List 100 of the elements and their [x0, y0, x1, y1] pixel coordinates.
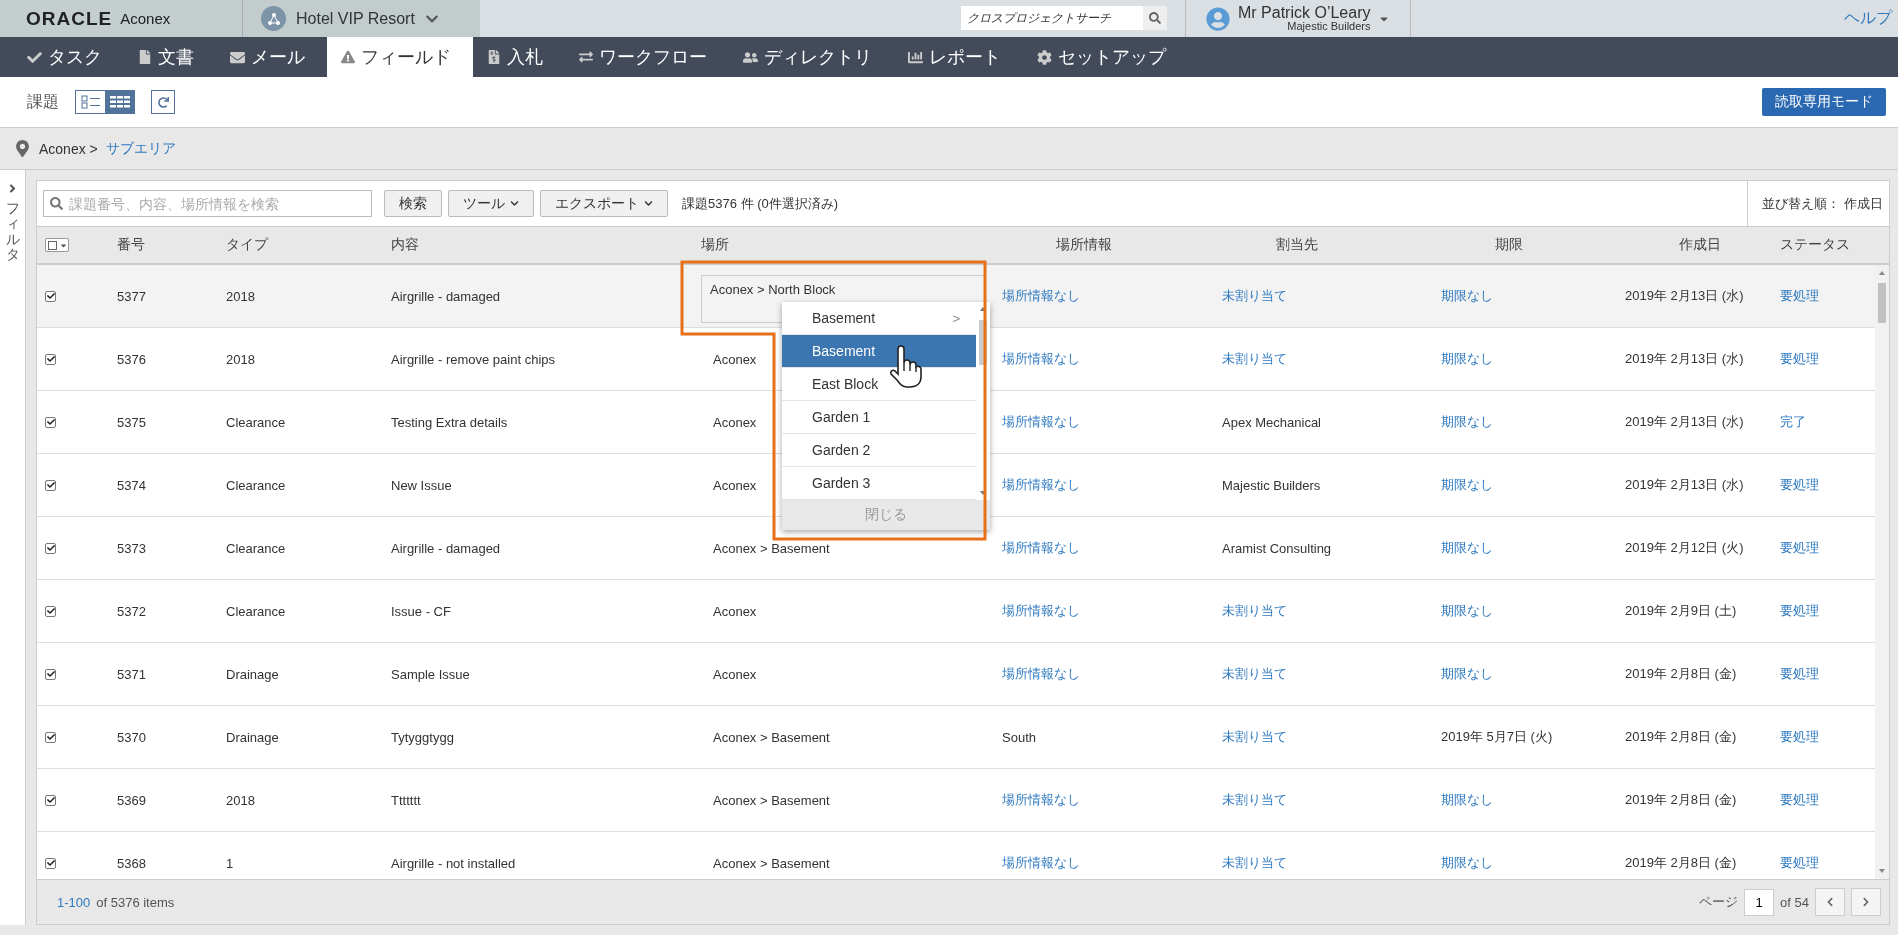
- refresh-button[interactable]: [151, 90, 175, 114]
- location-info-link[interactable]: 場所情報なし: [1002, 350, 1080, 368]
- row-checkbox[interactable]: [45, 668, 56, 680]
- dropdown-option[interactable]: Garden 1: [782, 401, 976, 434]
- assignee-link[interactable]: 未割り当て: [1222, 791, 1287, 809]
- location-info-link[interactable]: 場所情報なし: [1002, 602, 1080, 620]
- column-header[interactable]: 番号: [117, 236, 226, 254]
- breadcrumb-link[interactable]: サブエリア: [105, 139, 176, 158]
- table-cell-text: Aconex > Basement: [712, 729, 830, 745]
- due-date-link[interactable]: 期限なし: [1441, 665, 1493, 683]
- export-button[interactable]: エクスポート: [540, 190, 668, 217]
- nav-tab[interactable]: 文書: [124, 37, 216, 77]
- row-checkbox[interactable]: [45, 416, 56, 428]
- tools-button[interactable]: ツール: [448, 190, 534, 217]
- assignee-link[interactable]: 未割り当て: [1222, 728, 1287, 746]
- location-info-link[interactable]: 場所情報なし: [1002, 539, 1080, 557]
- location-info-link[interactable]: 場所情報なし: [1002, 476, 1080, 494]
- nav-tab[interactable]: セットアップ: [1023, 37, 1188, 77]
- people-icon: [743, 49, 758, 65]
- table-cell: 5368: [117, 855, 146, 871]
- table-cell: 2019年 2月13日 (水): [1625, 476, 1744, 494]
- status-link[interactable]: 要処理: [1776, 287, 1819, 305]
- due-date-link[interactable]: 期限なし: [1441, 287, 1493, 305]
- location-info-link[interactable]: 場所情報なし: [1002, 287, 1080, 305]
- row-checkbox[interactable]: [45, 794, 56, 806]
- nav-tab[interactable]: 入札: [473, 37, 565, 77]
- due-date-link[interactable]: 期限なし: [1441, 476, 1493, 494]
- table-cell: 5375: [117, 414, 146, 430]
- nav-tab[interactable]: フィールド: [327, 37, 473, 77]
- due-date-link[interactable]: 期限なし: [1441, 791, 1493, 809]
- due-date-link[interactable]: 期限なし: [1441, 350, 1493, 368]
- status-link[interactable]: 要処理: [1776, 476, 1819, 494]
- table-cell: 2019年 2月8日 (金): [1625, 854, 1737, 872]
- assignee-link[interactable]: 未割り当て: [1222, 602, 1287, 620]
- due-date-link[interactable]: 期限なし: [1441, 854, 1493, 872]
- column-header[interactable]: 場所情報: [1002, 236, 1222, 254]
- assignee-link[interactable]: 未割り当て: [1222, 665, 1287, 683]
- search-button[interactable]: 検索: [384, 190, 442, 217]
- due-date-link[interactable]: 期限なし: [1441, 413, 1493, 431]
- status-link[interactable]: 要処理: [1776, 350, 1819, 368]
- status-link[interactable]: 要処理: [1776, 602, 1819, 620]
- read-only-mode-button[interactable]: 読取専用モード: [1762, 88, 1886, 116]
- column-header[interactable]: 割当先: [1222, 236, 1441, 254]
- column-header[interactable]: 内容: [391, 236, 701, 254]
- dropdown-option[interactable]: Garden 2: [782, 434, 976, 467]
- search-field[interactable]: 課題番号、内容、場所情報を検索: [43, 190, 372, 217]
- table-cell: 5377: [117, 288, 146, 304]
- status-link[interactable]: 要処理: [1776, 854, 1819, 872]
- row-checkbox[interactable]: [45, 605, 56, 617]
- location-info-link[interactable]: 場所情報なし: [1002, 413, 1080, 431]
- table-cell-text: Aconex: [712, 666, 757, 682]
- nav-tab[interactable]: タスク: [13, 37, 124, 77]
- assignee-link[interactable]: 未割り当て: [1222, 350, 1287, 368]
- status-link[interactable]: 要処理: [1776, 791, 1819, 809]
- column-header[interactable]: 場所: [701, 236, 1002, 254]
- location-info-link[interactable]: 場所情報なし: [1002, 854, 1080, 872]
- nav-tab[interactable]: メール: [216, 37, 327, 77]
- row-checkbox[interactable]: [45, 290, 56, 302]
- status-link[interactable]: 要処理: [1776, 665, 1819, 683]
- nav-tab[interactable]: ワークフロー: [565, 37, 729, 77]
- location-info-link[interactable]: 場所情報なし: [1002, 665, 1080, 683]
- page-number-field[interactable]: 1: [1744, 888, 1775, 916]
- table-cell: 2019年 2月8日 (金): [1625, 728, 1737, 746]
- column-header[interactable]: 期限: [1441, 236, 1625, 254]
- sort-order[interactable]: 並び替え順： 作成日: [1747, 181, 1889, 226]
- location-info-link[interactable]: 場所情報なし: [1002, 791, 1080, 809]
- row-checkbox[interactable]: [45, 731, 56, 743]
- due-date-link[interactable]: 期限なし: [1441, 539, 1493, 557]
- dropdown-option[interactable]: Basement: [782, 335, 976, 368]
- table-cell: Airgrille - not installed: [391, 855, 516, 871]
- due-date-link[interactable]: 期限なし: [1441, 602, 1493, 620]
- project-selector[interactable]: Hotel VIP Resort: [242, 0, 480, 37]
- view-toggle[interactable]: [105, 91, 134, 113]
- column-header[interactable]: タイプ: [226, 236, 391, 254]
- status-link[interactable]: 完了: [1776, 413, 1806, 431]
- scrollbar[interactable]: [1875, 265, 1889, 879]
- row-checkbox[interactable]: [45, 479, 56, 491]
- table-cell-text: Aconex: [712, 603, 757, 619]
- nav-tab[interactable]: レポート: [894, 37, 1023, 77]
- dropdown-option[interactable]: Basement >: [782, 302, 976, 335]
- status-link[interactable]: 要処理: [1776, 728, 1819, 746]
- item-range-link[interactable]: 1-100: [57, 894, 91, 910]
- status-link[interactable]: 要処理: [1776, 539, 1819, 557]
- assignee-link[interactable]: 未割り当て: [1222, 854, 1287, 872]
- dropdown-option[interactable]: East Block: [782, 368, 976, 401]
- dropdown-option[interactable]: Garden 3: [782, 467, 976, 500]
- row-checkbox[interactable]: [45, 542, 56, 554]
- search-icon[interactable]: [1143, 6, 1167, 30]
- column-header[interactable]: 作成日: [1625, 236, 1776, 254]
- product-name: Aconex: [120, 10, 171, 27]
- row-checkbox[interactable]: [45, 353, 56, 365]
- row-checkbox[interactable]: [45, 857, 56, 869]
- assignee-link[interactable]: 未割り当て: [1222, 287, 1287, 305]
- search-field[interactable]: クロスプロジェクトサーチ: [961, 6, 1167, 30]
- nav-tab[interactable]: ディレクトリ: [729, 37, 894, 77]
- column-header[interactable]: ステータス: [1776, 236, 1889, 254]
- select-all-checkbox[interactable]: [45, 238, 69, 252]
- avatar-icon: [1206, 6, 1230, 31]
- arrows-icon: [579, 50, 593, 64]
- filter-tab[interactable]: フィルタ: [0, 170, 26, 925]
